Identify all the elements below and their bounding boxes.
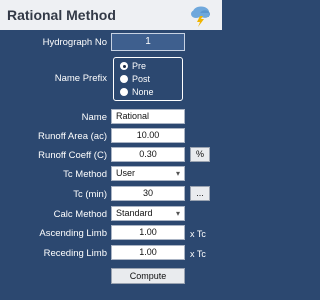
- radio-post[interactable]: Post: [120, 74, 150, 84]
- receding-limb-label: Receding Limb: [43, 248, 107, 259]
- calc-method-value: Standard: [116, 208, 153, 218]
- page-title: Rational Method: [7, 7, 116, 23]
- calc-method-select[interactable]: Standard ▾: [111, 206, 185, 221]
- radio-post-label: Post: [132, 74, 151, 84]
- title-bar: Rational Method: [0, 0, 222, 30]
- tc-browse-button[interactable]: ...: [190, 186, 210, 201]
- ascending-limb-unit: x Tc: [190, 229, 206, 239]
- radio-unselected-icon: [120, 75, 128, 83]
- chevron-down-icon: ▾: [175, 209, 180, 218]
- ascending-limb-label: Ascending Limb: [39, 228, 107, 239]
- name-label: Name: [81, 112, 107, 123]
- radio-selected-icon: [120, 62, 128, 70]
- name-input[interactable]: Rational: [111, 109, 185, 124]
- percent-button[interactable]: %: [190, 147, 210, 162]
- tc-input[interactable]: 30: [111, 186, 185, 201]
- runoff-area-input[interactable]: 10.00: [111, 128, 185, 143]
- tc-label: Tc (min): [73, 189, 107, 200]
- runoff-coeff-input[interactable]: 0.30: [111, 147, 185, 162]
- tc-method-value: User: [116, 168, 136, 178]
- calc-method-label: Calc Method: [53, 209, 107, 220]
- runoff-coeff-label: Runoff Coeff (C): [38, 150, 107, 161]
- chevron-down-icon: ▾: [175, 169, 180, 178]
- receding-limb-input[interactable]: 1.00: [111, 245, 185, 260]
- radio-none[interactable]: None: [120, 87, 154, 97]
- radio-none-label: None: [132, 87, 154, 97]
- name-prefix-radio-group: Pre Post None: [113, 57, 183, 101]
- ascending-limb-input[interactable]: 1.00: [111, 225, 185, 240]
- receding-limb-unit: x Tc: [190, 249, 206, 259]
- cloud-lightning-icon[interactable]: [188, 3, 212, 27]
- runoff-area-label: Runoff Area (ac): [37, 131, 107, 142]
- compute-button[interactable]: Compute: [111, 268, 185, 284]
- name-prefix-label: Name Prefix: [54, 73, 107, 84]
- radio-unselected-icon: [120, 88, 128, 96]
- tc-method-select[interactable]: User ▾: [111, 166, 185, 181]
- radio-pre-label: Pre: [132, 61, 147, 71]
- radio-pre[interactable]: Pre: [120, 61, 146, 71]
- hydrograph-no-label: Hydrograph No: [42, 37, 107, 48]
- tc-method-label: Tc Method: [63, 169, 107, 180]
- hydrograph-no-field[interactable]: 1: [111, 33, 185, 51]
